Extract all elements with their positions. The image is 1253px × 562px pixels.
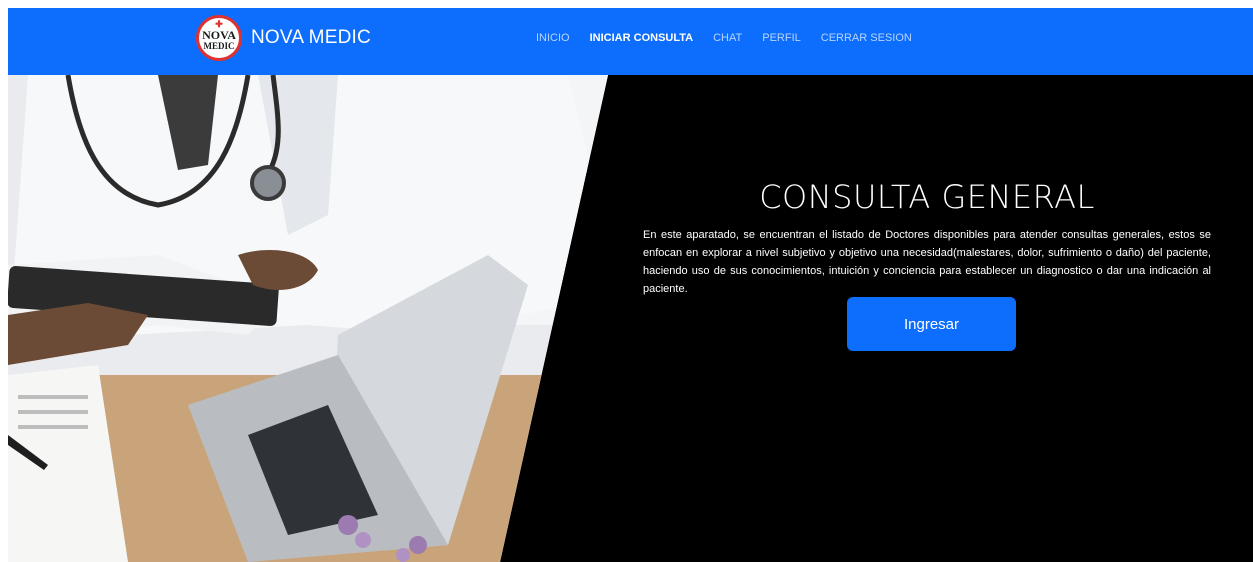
- logo-text-line2: MEDIC: [203, 41, 235, 51]
- doctor-illustration: [8, 75, 608, 562]
- logo-cross-icon: ✚: [215, 19, 223, 29]
- doctor-photo: [8, 75, 608, 562]
- brand[interactable]: ✚ NOVA MEDIC NOVA MEDIC: [196, 15, 371, 61]
- nav-link-iniciar-consulta[interactable]: INICIAR CONSULTA: [590, 32, 693, 44]
- nav-link-cerrar-sesion[interactable]: CERRAR SESION: [821, 32, 912, 44]
- brand-name: NOVA MEDIC: [251, 27, 371, 48]
- description-text: En este aparatado, se encuentran el list…: [643, 229, 1211, 295]
- navbar: ✚ NOVA MEDIC NOVA MEDIC INICIO INICIAR C…: [8, 8, 1253, 75]
- logo-text-line1: NOVA: [202, 28, 236, 42]
- nav-link-perfil[interactable]: PERFIL: [762, 32, 801, 44]
- ingresar-button[interactable]: Ingresar: [847, 297, 1016, 351]
- page-frame: ✚ NOVA MEDIC NOVA MEDIC INICIO INICIAR C…: [8, 8, 1253, 562]
- hero-content: CONSULTA GENERAL En este aparatado, se e…: [643, 170, 1211, 298]
- nav-link-chat[interactable]: CHAT: [713, 32, 742, 44]
- nav-links: INICIO INICIAR CONSULTA CHAT PERFIL CERR…: [536, 32, 932, 44]
- hero-section: CONSULTA GENERAL En este aparatado, se e…: [8, 75, 1253, 562]
- page-title: CONSULTA GENERAL: [759, 178, 1095, 216]
- logo-icon: ✚ NOVA MEDIC: [196, 15, 242, 61]
- nav-link-inicio[interactable]: INICIO: [536, 32, 570, 44]
